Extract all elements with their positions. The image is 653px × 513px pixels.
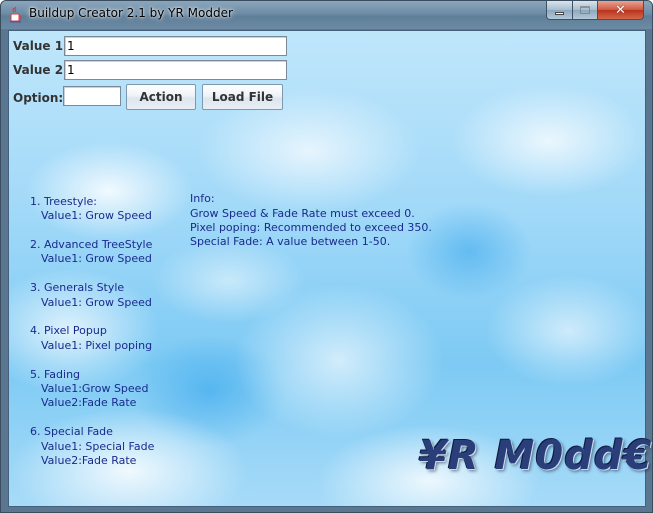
close-button[interactable]: ✕ <box>597 1 644 20</box>
action-button[interactable]: Action <box>126 84 196 110</box>
close-icon: ✕ <box>615 2 626 18</box>
style-6-line-1: Value1: Special Fade <box>41 440 155 453</box>
info-line-2: Pixel poping: Recommended to exceed 350. <box>190 221 432 234</box>
info-line-1: Grow Speed & Fade Rate must exceed 0. <box>190 207 415 220</box>
style-1-line-1: Value1: Grow Speed <box>41 209 152 222</box>
title-bar[interactable]: Buildup Creator 2.1 by YR Modder ✕ <box>1 1 652 29</box>
style-5-line-2: Value2:Fade Rate <box>41 396 137 409</box>
info-heading: Info: <box>190 192 215 205</box>
style-1-title: 1. Treestyle: <box>30 195 97 208</box>
maximize-icon <box>580 6 590 14</box>
style-2-line-1: Value1: Grow Speed <box>41 252 152 265</box>
option-input[interactable] <box>63 86 121 106</box>
value2-input[interactable]: 1 <box>64 60 287 80</box>
value1-label: Value 1: <box>13 39 68 53</box>
minimize-button[interactable] <box>546 1 573 20</box>
yr-modder-logo: ¥R M0dd€r <box>419 433 653 479</box>
style-2-title: 2. Advanced TreeStyle <box>30 238 153 251</box>
style-3-line-1: Value1: Grow Speed <box>41 296 152 309</box>
style-4-title: 4. Pixel Popup <box>30 324 107 337</box>
app-window: Buildup Creator 2.1 by YR Modder ✕ Value… <box>0 0 653 513</box>
value1-input[interactable]: 1 <box>64 36 287 56</box>
style-5-line-1: Value1:Grow Speed <box>41 382 149 395</box>
style-5-title: 5. Fading <box>30 368 81 381</box>
maximize-button[interactable] <box>572 1 598 20</box>
style-6-title: 6. Special Fade <box>30 425 113 438</box>
window-title: Buildup Creator 2.1 by YR Modder <box>29 6 233 20</box>
style-4-line-1: Value1: Pixel poping <box>41 339 153 352</box>
style-6-line-2: Value2:Fade Rate <box>41 454 137 467</box>
java-cup-icon <box>10 6 22 23</box>
option-label: Option: <box>13 91 64 105</box>
minimize-icon <box>555 11 564 15</box>
load-file-button[interactable]: Load File <box>202 84 283 110</box>
main-panel: Value 1: 1 Value 2: 1 Option: Action Loa… <box>8 30 652 507</box>
info-line-3: Special Fade: A value between 1-50. <box>190 235 391 248</box>
style-3-title: 3. Generals Style <box>30 281 125 294</box>
value2-label: Value 2: <box>13 63 68 77</box>
